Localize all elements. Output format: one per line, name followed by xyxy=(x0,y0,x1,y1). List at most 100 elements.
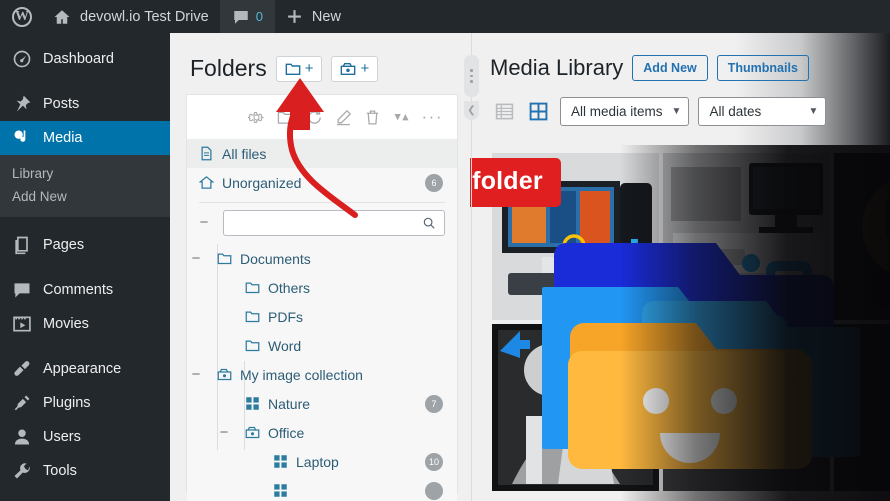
folder-icon xyxy=(245,309,260,324)
folders-header: Folders + + xyxy=(170,33,470,94)
tree-item-badge: 10 xyxy=(425,453,443,471)
sidebar-item-label: Comments xyxy=(43,282,113,298)
media-type-filter[interactable]: All media items ▼ xyxy=(560,97,689,126)
sidebar-item-label: Media xyxy=(43,130,83,146)
tree-item-badge: 7 xyxy=(425,395,443,413)
sidebar-subitem-library[interactable]: Library xyxy=(0,162,170,185)
sidebar-item-label: Plugins xyxy=(43,395,91,411)
folder-illustration xyxy=(542,175,860,475)
tree-item-others[interactable]: Others xyxy=(187,273,457,302)
plug-icon xyxy=(12,393,32,413)
panel-splitter[interactable]: ❮ xyxy=(462,33,482,501)
media-toolbar: All media items ▼ All dates ▼ xyxy=(482,81,890,126)
media-header: Media Library Add New Thumbnails xyxy=(482,33,890,81)
tree-item-word[interactable]: Word xyxy=(187,331,457,360)
collapse-toggle-icon[interactable]: − xyxy=(219,428,229,438)
menu-active-arrow xyxy=(170,130,178,146)
folder-search-input[interactable] xyxy=(223,210,445,236)
sidebar-item-users[interactable]: Users xyxy=(0,420,170,454)
trash-icon[interactable] xyxy=(364,109,381,126)
comments-menu[interactable]: 0 xyxy=(220,0,275,33)
tree-item-label: Office xyxy=(268,425,304,441)
new-collection-button[interactable]: + xyxy=(331,56,378,82)
tree-item-documents[interactable]: − Documents xyxy=(187,244,457,273)
sidebar-item-tools[interactable]: Tools xyxy=(0,454,170,488)
folders-title: Folders xyxy=(190,55,267,82)
sidebar-item-appearance[interactable]: Appearance xyxy=(0,352,170,386)
chevron-left-icon[interactable]: ❮ xyxy=(464,101,479,120)
tree-item-badge: 6 xyxy=(425,174,443,192)
collapse-toggle-icon[interactable]: − xyxy=(199,218,209,228)
tree-item-my-image-collection[interactable]: − My image collection xyxy=(187,360,457,389)
folders-panel: Folders + + xyxy=(170,33,470,501)
tree-item-unorganized[interactable]: Unorganized 6 xyxy=(187,168,457,197)
add-new-button[interactable]: Add New xyxy=(632,55,707,81)
tree-item-label: Laptop xyxy=(296,454,339,470)
plus-icon xyxy=(286,8,303,25)
page-title: Media Library xyxy=(490,55,623,81)
sidebar-item-label: Tools xyxy=(43,463,77,479)
site-name-menu[interactable]: devowl.io Test Drive xyxy=(42,0,220,33)
comment-bubble-icon xyxy=(12,280,32,300)
folder-icon xyxy=(217,251,232,266)
gallery-icon xyxy=(245,396,260,411)
folder-tree-card: ··· All files Unorganized 6 xyxy=(186,94,458,494)
media-library-panel: Media Library Add New Thumbnails All med… xyxy=(482,33,890,501)
gallery-icon xyxy=(273,483,288,498)
date-filter[interactable]: All dates ▼ xyxy=(698,97,826,126)
user-icon xyxy=(12,427,32,447)
sidebar-item-media[interactable]: Media xyxy=(0,121,170,155)
tree-item-label: All files xyxy=(222,146,266,162)
tree-item-label: Nature xyxy=(268,396,310,412)
sidebar-item-label: Users xyxy=(43,429,81,445)
collapse-toggle-icon[interactable]: − xyxy=(191,370,201,380)
sidebar-item-label: Appearance xyxy=(43,361,121,377)
sidebar-item-movies[interactable]: Movies xyxy=(0,307,170,341)
new-content-menu[interactable]: New xyxy=(275,0,352,33)
collapse-toggle-icon[interactable]: − xyxy=(191,254,201,264)
drag-dots-icon[interactable] xyxy=(464,55,479,97)
sidebar-item-pages[interactable]: Pages xyxy=(0,228,170,262)
folder-icon xyxy=(245,338,260,353)
list-view-icon[interactable] xyxy=(492,99,517,124)
refresh-icon[interactable] xyxy=(306,109,323,126)
new-folder-button[interactable]: + xyxy=(276,56,323,82)
tree-item-partial[interactable] xyxy=(187,476,457,501)
comment-bubble-icon xyxy=(232,8,250,26)
sidebar-item-label: Movies xyxy=(43,316,89,332)
wordpress-logo-icon: W xyxy=(12,7,32,27)
plus-glyph: + xyxy=(360,62,369,76)
chevron-down-icon: ▼ xyxy=(672,106,682,117)
gallery-icon xyxy=(273,454,288,469)
wordpress-logo-button[interactable]: W xyxy=(0,0,42,33)
tree-item-label: Others xyxy=(268,280,310,296)
tree-item-pdfs[interactable]: PDFs xyxy=(187,302,457,331)
screen: W devowl.io Test Drive 0 New Dash xyxy=(0,0,890,501)
pencil-edit-icon[interactable] xyxy=(335,109,352,126)
tree-item-nature[interactable]: Nature 7 xyxy=(187,389,457,418)
grid-view-icon[interactable] xyxy=(526,99,551,124)
paintbrush-icon xyxy=(12,359,32,379)
sidebar-subitem-add-new[interactable]: Add New xyxy=(0,185,170,208)
gear-icon[interactable] xyxy=(248,109,265,126)
tree-item-office[interactable]: − Office xyxy=(187,418,457,447)
collection-plus-icon xyxy=(340,61,356,77)
folder-tree: All files Unorganized 6 − xyxy=(187,139,457,501)
tree-item-all-files[interactable]: All files xyxy=(187,139,457,168)
more-dots-icon[interactable]: ··· xyxy=(422,112,443,122)
admin-bar: W devowl.io Test Drive 0 New xyxy=(0,0,890,33)
sidebar-item-plugins[interactable]: Plugins xyxy=(0,386,170,420)
sidebar-item-comments[interactable]: Comments xyxy=(0,273,170,307)
folder-add-icon[interactable] xyxy=(277,109,294,126)
tree-item-laptop[interactable]: Laptop 10 xyxy=(187,447,457,476)
pin-icon xyxy=(12,94,32,114)
collection-icon xyxy=(245,425,260,440)
sort-icon[interactable] xyxy=(393,109,410,126)
media-submenu: Library Add New xyxy=(0,155,170,217)
tree-item-label: Word xyxy=(268,338,301,354)
wrench-icon xyxy=(12,461,32,481)
sidebar-item-dashboard[interactable]: Dashboard xyxy=(0,42,170,76)
sidebar-item-posts[interactable]: Posts xyxy=(0,87,170,121)
folder-icon xyxy=(245,280,260,295)
thumbnails-button[interactable]: Thumbnails xyxy=(717,55,809,81)
